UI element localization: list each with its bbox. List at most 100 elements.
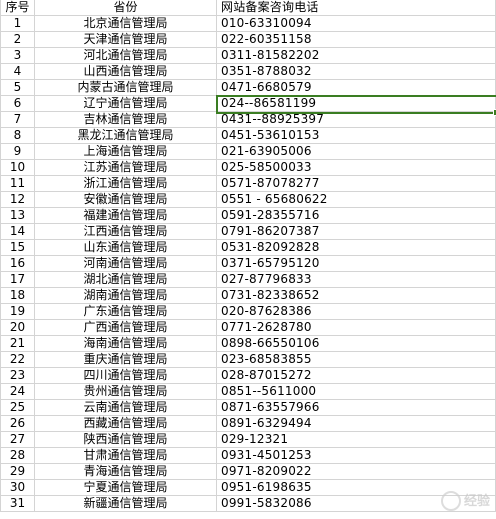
cell-num[interactable]: 25	[0, 400, 35, 416]
table-row: 4 山西通信管理局 0351-8788032	[0, 64, 496, 80]
cell-province[interactable]: 吉林通信管理局	[35, 112, 217, 128]
cell-phone[interactable]: 0311-81582202	[217, 48, 496, 64]
cell-phone[interactable]: 029-12321	[217, 432, 496, 448]
cell-num[interactable]: 16	[0, 256, 35, 272]
cell-num[interactable]: 5	[0, 80, 35, 96]
watermark-text: 经验	[463, 493, 490, 509]
cell-num[interactable]: 28	[0, 448, 35, 464]
cell-province[interactable]: 宁夏通信管理局	[35, 480, 217, 496]
table-row: 10 江苏通信管理局 025-58500033	[0, 160, 496, 176]
cell-province[interactable]: 黑龙江通信管理局	[35, 128, 217, 144]
cell-province[interactable]: 云南通信管理局	[35, 400, 217, 416]
cell-phone[interactable]: 028-87015272	[217, 368, 496, 384]
cell-phone[interactable]: 027-87796833	[217, 272, 496, 288]
cell-num[interactable]: 9	[0, 144, 35, 160]
cell-num[interactable]: 22	[0, 352, 35, 368]
cell-num[interactable]: 6	[0, 96, 35, 112]
cell-phone[interactable]: 0551 - 65680622	[217, 192, 496, 208]
cell-phone[interactable]: 0351-8788032	[217, 64, 496, 80]
cell-num[interactable]: 18	[0, 288, 35, 304]
cell-num[interactable]: 19	[0, 304, 35, 320]
cell-num[interactable]: 3	[0, 48, 35, 64]
cell-phone[interactable]: 020-87628386	[217, 304, 496, 320]
cell-num[interactable]: 10	[0, 160, 35, 176]
cell-num[interactable]: 8	[0, 128, 35, 144]
cell-province[interactable]: 江西通信管理局	[35, 224, 217, 240]
header-phone[interactable]: 网站备案咨询电话	[217, 0, 496, 16]
cell-province[interactable]: 西藏通信管理局	[35, 416, 217, 432]
cell-province[interactable]: 山东通信管理局	[35, 240, 217, 256]
cell-phone[interactable]: 021-63905006	[217, 144, 496, 160]
cell-province[interactable]: 重庆通信管理局	[35, 352, 217, 368]
cell-province[interactable]: 广东通信管理局	[35, 304, 217, 320]
cell-num[interactable]: 30	[0, 480, 35, 496]
cell-province[interactable]: 海南通信管理局	[35, 336, 217, 352]
cell-province[interactable]: 陕西通信管理局	[35, 432, 217, 448]
cell-num[interactable]: 21	[0, 336, 35, 352]
cell-province[interactable]: 四川通信管理局	[35, 368, 217, 384]
cell-phone[interactable]: 0898-66550106	[217, 336, 496, 352]
cell-phone[interactable]: 0591-28355716	[217, 208, 496, 224]
cell-province[interactable]: 新疆通信管理局	[35, 496, 217, 512]
cell-num[interactable]: 24	[0, 384, 35, 400]
cell-phone[interactable]: 0731-82338652	[217, 288, 496, 304]
cell-phone[interactable]: 0371-65795120	[217, 256, 496, 272]
cell-phone[interactable]: 0851--5611000	[217, 384, 496, 400]
cell-phone[interactable]: 0571-87078277	[217, 176, 496, 192]
cell-province[interactable]: 北京通信管理局	[35, 16, 217, 32]
cell-num[interactable]: 26	[0, 416, 35, 432]
cell-phone[interactable]: 0871-63557966	[217, 400, 496, 416]
cell-province[interactable]: 内蒙古通信管理局	[35, 80, 217, 96]
cell-num[interactable]: 14	[0, 224, 35, 240]
cell-province[interactable]: 湖北通信管理局	[35, 272, 217, 288]
table-row: 7 吉林通信管理局 0431--88925397	[0, 112, 496, 128]
header-num[interactable]: 序号	[0, 0, 35, 16]
cell-num[interactable]: 23	[0, 368, 35, 384]
cell-phone[interactable]: 0471-6680579	[217, 80, 496, 96]
cell-province[interactable]: 安徽通信管理局	[35, 192, 217, 208]
cell-num[interactable]: 4	[0, 64, 35, 80]
header-province[interactable]: 省份	[35, 0, 217, 16]
cell-province[interactable]: 湖南通信管理局	[35, 288, 217, 304]
cell-num[interactable]: 17	[0, 272, 35, 288]
cell-province[interactable]: 河南通信管理局	[35, 256, 217, 272]
cell-num[interactable]: 12	[0, 192, 35, 208]
cell-num[interactable]: 31	[0, 496, 35, 512]
cell-province[interactable]: 江苏通信管理局	[35, 160, 217, 176]
cell-num[interactable]: 20	[0, 320, 35, 336]
cell-province[interactable]: 甘肃通信管理局	[35, 448, 217, 464]
cell-phone[interactable]: 025-58500033	[217, 160, 496, 176]
cell-province[interactable]: 贵州通信管理局	[35, 384, 217, 400]
cell-phone[interactable]: 0431--88925397	[217, 112, 496, 128]
cell-num[interactable]: 29	[0, 464, 35, 480]
cell-phone[interactable]: 0891-6329494	[217, 416, 496, 432]
cell-phone[interactable]: 010-63310094	[217, 16, 496, 32]
table-row: 24 贵州通信管理局 0851--5611000	[0, 384, 496, 400]
cell-phone[interactable]: 0451-53610153	[217, 128, 496, 144]
cell-phone[interactable]: 024--86581199	[217, 96, 496, 112]
cell-phone[interactable]: 0771-2628780	[217, 320, 496, 336]
cell-num[interactable]: 2	[0, 32, 35, 48]
cell-province[interactable]: 辽宁通信管理局	[35, 96, 217, 112]
cell-num[interactable]: 13	[0, 208, 35, 224]
cell-phone[interactable]: 0791-86207387	[217, 224, 496, 240]
cell-province[interactable]: 上海通信管理局	[35, 144, 217, 160]
cell-num[interactable]: 27	[0, 432, 35, 448]
cell-num[interactable]: 1	[0, 16, 35, 32]
cell-province[interactable]: 浙江通信管理局	[35, 176, 217, 192]
cell-phone[interactable]: 0971-8209022	[217, 464, 496, 480]
cell-phone[interactable]: 023-68583855	[217, 352, 496, 368]
cell-num[interactable]: 15	[0, 240, 35, 256]
cell-province[interactable]: 河北通信管理局	[35, 48, 217, 64]
table-row: 11 浙江通信管理局 0571-87078277	[0, 176, 496, 192]
cell-province[interactable]: 福建通信管理局	[35, 208, 217, 224]
cell-num[interactable]: 11	[0, 176, 35, 192]
cell-province[interactable]: 青海通信管理局	[35, 464, 217, 480]
cell-phone[interactable]: 0531-82092828	[217, 240, 496, 256]
cell-phone[interactable]: 0931-4501253	[217, 448, 496, 464]
cell-province[interactable]: 天津通信管理局	[35, 32, 217, 48]
cell-province[interactable]: 广西通信管理局	[35, 320, 217, 336]
cell-phone[interactable]: 022-60351158	[217, 32, 496, 48]
cell-province[interactable]: 山西通信管理局	[35, 64, 217, 80]
cell-num[interactable]: 7	[0, 112, 35, 128]
